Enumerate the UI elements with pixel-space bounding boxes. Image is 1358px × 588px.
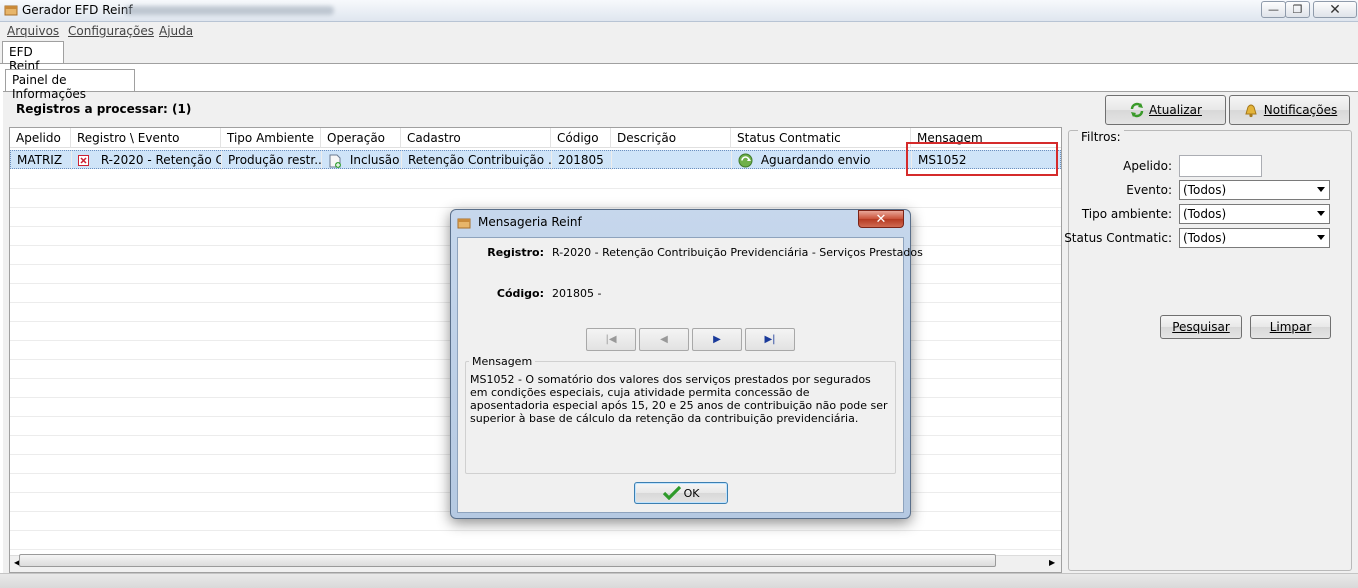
status-bar <box>0 573 1358 588</box>
status-contmatic-select-value: (Todos) <box>1183 231 1227 245</box>
notificacoes-button[interactable]: Notificações <box>1229 95 1350 125</box>
dialog-close-button[interactable]: ✕ <box>858 210 904 228</box>
tipo-ambiente-select[interactable]: (Todos) <box>1179 204 1330 224</box>
codigo-value: 201805 - <box>552 287 602 300</box>
mensagem-highlight-box <box>906 142 1058 176</box>
tab-painel-informacoes[interactable]: Painel de Informações <box>5 69 135 101</box>
limpar-label: Limpar <box>1269 320 1312 334</box>
pending-status-icon <box>738 153 753 168</box>
cell-registro-text: R-2020 - Retenção C... <box>100 153 222 167</box>
scrollbar-thumb[interactable] <box>19 554 996 567</box>
col-apelido[interactable]: Apelido <box>10 128 71 148</box>
chevron-down-icon <box>1317 211 1325 216</box>
cell-operacao: Inclusão <box>322 151 402 170</box>
menu-ajuda[interactable]: Ajuda <box>159 24 193 38</box>
redacted-title-info <box>124 6 334 15</box>
col-status-contmatic[interactable]: Status Contmatic <box>731 128 911 148</box>
document-add-icon <box>329 154 341 168</box>
evento-select[interactable]: (Todos) <box>1179 180 1330 200</box>
menu-bar: Arquivos Configurações Ajuda <box>0 23 1358 40</box>
maximize-button[interactable]: ❐ <box>1285 1 1310 18</box>
status-contmatic-label: Status Contmatic: <box>1064 231 1172 245</box>
dialog-title: Mensageria Reinf <box>478 215 582 229</box>
empty-row <box>10 170 1061 189</box>
cell-apelido: MATRIZ <box>11 151 72 170</box>
tipo-ambiente-select-value: (Todos) <box>1183 207 1227 221</box>
cell-registro: R-2020 - Retenção C... <box>72 151 222 170</box>
filtros-title: Filtros: <box>1078 130 1124 144</box>
col-registro-evento[interactable]: Registro \ Evento <box>71 128 221 148</box>
cell-cadastro: Retenção Contribuição ... <box>402 151 552 170</box>
grid-header: Apelido Registro \ Evento Tipo Ambiente … <box>10 128 1061 148</box>
menu-configuracoes[interactable]: Configurações <box>68 24 154 38</box>
mensagem-group-title: Mensagem <box>469 355 536 368</box>
atualizar-label: Atualizar <box>1149 103 1202 117</box>
app-icon <box>4 5 18 16</box>
evento-select-value: (Todos) <box>1183 183 1227 197</box>
ok-button[interactable]: OK <box>634 482 728 504</box>
col-codigo[interactable]: Código <box>551 128 611 148</box>
codigo-label: Código: <box>496 287 544 300</box>
tab-efd-reinf[interactable]: EFD Reinf <box>2 41 64 73</box>
nav-next-button[interactable]: ▶ <box>692 328 742 351</box>
col-cadastro[interactable]: Cadastro <box>401 128 551 148</box>
check-icon <box>662 486 681 500</box>
pesquisar-button[interactable]: Pesquisar <box>1160 315 1242 339</box>
notificacoes-label: Notificações <box>1263 103 1338 117</box>
cell-status: Aguardando envio <box>732 151 912 170</box>
dialog-app-icon <box>457 218 471 229</box>
nav-last-button[interactable]: ▶| <box>745 328 795 351</box>
refresh-icon <box>1130 102 1144 118</box>
scroll-right-icon[interactable]: ▶ <box>1049 558 1055 567</box>
empty-row <box>10 189 1061 208</box>
tipo-ambiente-label: Tipo ambiente: <box>1081 207 1172 221</box>
table-row[interactable]: MATRIZ R-2020 - Retenção C... Produção r… <box>10 150 1061 170</box>
pesquisar-label: Pesquisar <box>1172 320 1230 334</box>
nav-first-button[interactable]: |◀ <box>586 328 636 351</box>
ok-label: OK <box>683 486 700 500</box>
event-icon <box>78 155 89 166</box>
cell-descricao <box>612 151 732 170</box>
chevron-down-icon <box>1317 187 1325 192</box>
empty-row <box>10 531 1061 550</box>
col-tipo-ambiente[interactable]: Tipo Ambiente <box>221 128 321 148</box>
cell-codigo: 201805 <box>552 151 612 170</box>
evento-label: Evento: <box>1126 183 1172 197</box>
minimize-button[interactable]: — <box>1261 1 1286 18</box>
cell-status-text: Aguardando envio <box>760 153 871 167</box>
window-title: Gerador EFD Reinf <box>22 3 133 17</box>
nav-prev-button[interactable]: ◀ <box>639 328 689 351</box>
col-operacao[interactable]: Operação <box>321 128 401 148</box>
limpar-button[interactable]: Limpar <box>1250 315 1331 339</box>
registro-value: R-2020 - Retenção Contribuição Previdenc… <box>552 246 923 259</box>
registros-count-label: Registros a processar: (1) <box>16 102 192 116</box>
atualizar-button[interactable]: Atualizar <box>1105 95 1226 125</box>
menu-arquivos[interactable]: Arquivos <box>7 24 59 38</box>
apelido-input[interactable] <box>1179 155 1262 177</box>
col-descricao[interactable]: Descrição <box>611 128 731 148</box>
mensagem-text: MS1052 - O somatório dos valores dos ser… <box>470 373 888 425</box>
close-window-button[interactable]: ✕ <box>1313 1 1357 18</box>
chevron-down-icon <box>1317 235 1325 240</box>
registro-label: Registro: <box>487 246 544 259</box>
apelido-label: Apelido: <box>1123 159 1172 173</box>
status-contmatic-select[interactable]: (Todos) <box>1179 228 1330 248</box>
cell-tipo-ambiente: Produção restr... <box>222 151 322 170</box>
cell-operacao-text: Inclusão <box>349 153 400 167</box>
bell-icon <box>1245 104 1257 118</box>
